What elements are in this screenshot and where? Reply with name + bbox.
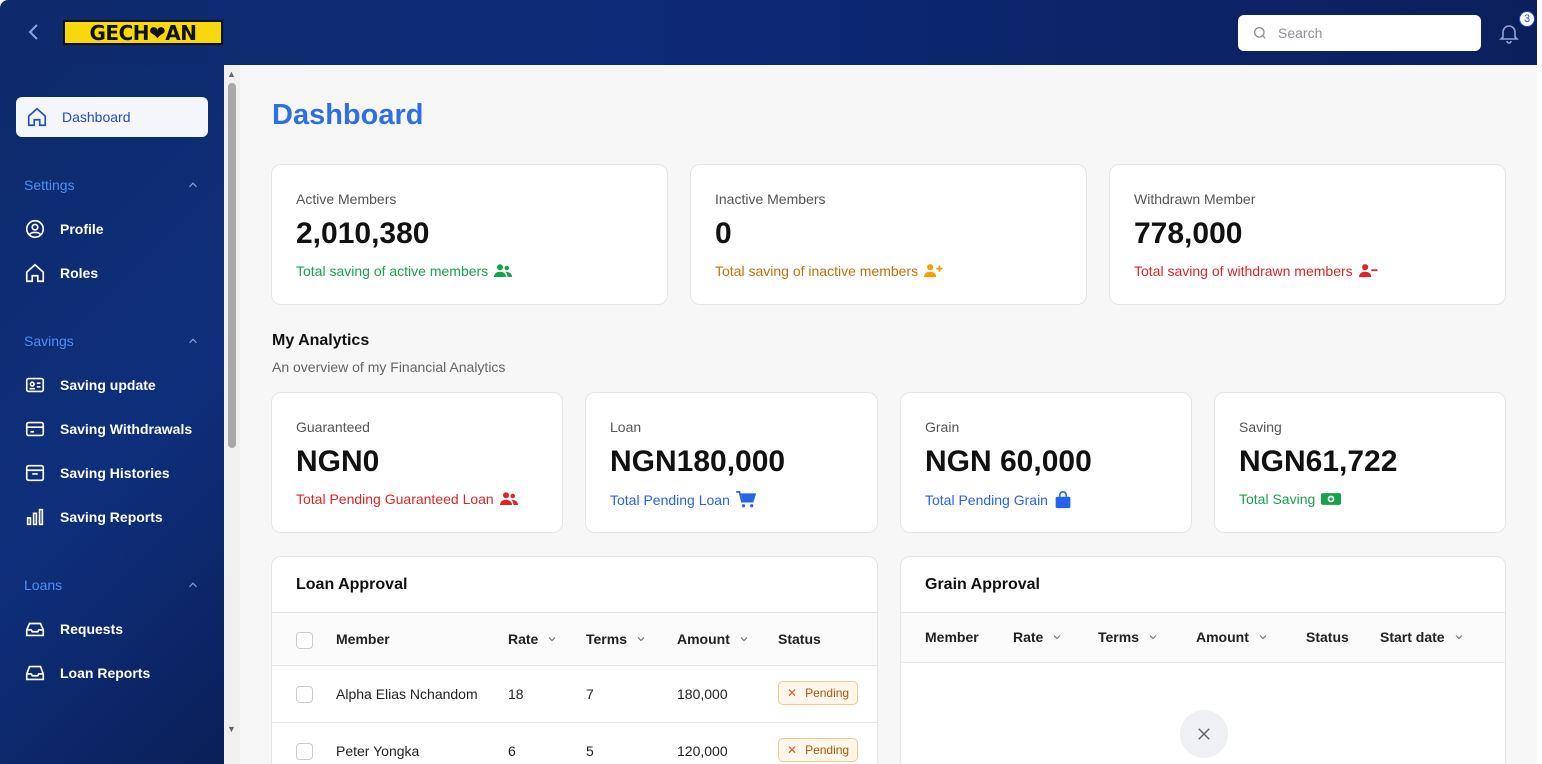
sidebar-scrollbar[interactable]: ▲ ▼ bbox=[224, 65, 240, 764]
cart-icon bbox=[736, 491, 756, 508]
sidebar-item-saving-update[interactable]: Saving update bbox=[24, 374, 156, 396]
sidebar-section-loans[interactable]: Loans bbox=[24, 577, 200, 593]
analytics-title: My Analytics bbox=[272, 332, 370, 349]
sidebar-item-roles[interactable]: Roles bbox=[24, 262, 98, 284]
sidebar-item-label: Dashboard bbox=[62, 109, 131, 125]
empty-state-x-icon bbox=[1180, 710, 1228, 758]
sidebar-item-saving-histories[interactable]: Saving Histories bbox=[24, 462, 170, 484]
column-start-date[interactable]: Start date bbox=[1380, 629, 1465, 645]
active-members-card: Active Members 2,010,380 Total saving of… bbox=[271, 164, 668, 305]
chevron-down-icon bbox=[548, 637, 556, 642]
saving-card: Saving NGN61,722 Total Saving bbox=[1214, 392, 1506, 533]
analytics-subtitle: An overview of my Financial Analytics bbox=[272, 359, 506, 375]
chevron-down-icon bbox=[1455, 635, 1463, 640]
column-rate[interactable]: Rate bbox=[1013, 629, 1063, 645]
user-plus-icon bbox=[924, 264, 943, 278]
search-box[interactable] bbox=[1238, 15, 1481, 51]
users-icon bbox=[499, 492, 518, 505]
withdrawn-member-card: Withdrawn Member 778,000 Total saving of… bbox=[1109, 164, 1506, 305]
users-icon bbox=[494, 264, 513, 277]
status-badge: ✕ Pending bbox=[778, 681, 859, 705]
money-icon bbox=[1321, 493, 1342, 505]
inbox-stack-icon bbox=[25, 622, 45, 637]
row-checkbox[interactable] bbox=[296, 743, 313, 760]
page-title: Dashboard bbox=[272, 99, 424, 131]
shopping-bag-icon bbox=[1055, 491, 1071, 509]
grain-approval-title: Grain Approval bbox=[925, 576, 1040, 593]
sidebar-section-savings[interactable]: Savings bbox=[24, 333, 200, 349]
search-icon bbox=[1254, 27, 1266, 39]
sidebar-item-dashboard[interactable]: Dashboard bbox=[16, 97, 208, 137]
x-icon: ✕ bbox=[787, 743, 798, 757]
sidebar-item-loan-reports[interactable]: Loan Reports bbox=[24, 662, 150, 684]
chevron-down-icon bbox=[637, 637, 645, 642]
chevron-up-icon bbox=[189, 582, 197, 588]
home-icon bbox=[25, 263, 45, 283]
notification-badge: 3 bbox=[1519, 11, 1535, 27]
user-circle-icon bbox=[25, 219, 45, 239]
column-status[interactable]: Status bbox=[1306, 629, 1349, 645]
inactive-members-card: Inactive Members 0 Total saving of inact… bbox=[690, 164, 1087, 305]
column-rate[interactable]: Rate bbox=[508, 631, 558, 647]
sidebar-section-settings[interactable]: Settings bbox=[24, 177, 200, 193]
sidebar-item-profile[interactable]: Profile bbox=[24, 218, 104, 240]
scrollbar-thumb[interactable] bbox=[228, 83, 236, 448]
column-member[interactable]: Member bbox=[336, 631, 390, 647]
column-amount[interactable]: Amount bbox=[677, 631, 750, 647]
chevron-down-icon bbox=[1053, 635, 1061, 640]
bell-icon[interactable] bbox=[1497, 21, 1521, 45]
id-card-icon bbox=[25, 377, 45, 393]
grain-card: Grain NGN 60,000 Total Pending Grain bbox=[900, 392, 1192, 533]
credit-card-icon bbox=[25, 421, 45, 437]
select-all-checkbox[interactable] bbox=[296, 632, 313, 649]
column-terms[interactable]: Terms bbox=[586, 631, 647, 647]
sidebar-item-saving-reports[interactable]: Saving Reports bbox=[24, 506, 163, 528]
column-status[interactable]: Status bbox=[778, 631, 821, 647]
loan-approval-panel: Loan Approval Member Rate Terms Amount S… bbox=[271, 556, 878, 764]
scroll-up-icon[interactable]: ▲ bbox=[227, 69, 236, 79]
table-row[interactable]: Alpha Elias Nchandom 18 7 180,000 ✕ Pendi… bbox=[272, 666, 877, 723]
main-content: Dashboard Active Members 2,010,380 Total… bbox=[240, 65, 1537, 764]
column-amount[interactable]: Amount bbox=[1196, 629, 1269, 645]
search-input[interactable] bbox=[1278, 25, 1468, 41]
home-icon bbox=[27, 107, 47, 127]
chevron-down-icon bbox=[1149, 635, 1157, 640]
user-minus-icon bbox=[1358, 264, 1378, 278]
loan-card: Loan NGN180,000 Total Pending Loan bbox=[585, 392, 878, 533]
sidebar: Dashboard Settings Profile Roles Savings… bbox=[0, 65, 224, 764]
scroll-down-icon[interactable]: ▼ bbox=[227, 724, 236, 734]
bar-chart-icon bbox=[26, 508, 44, 526]
archive-icon bbox=[25, 464, 45, 482]
chevron-left-icon[interactable] bbox=[22, 20, 46, 44]
top-bar: GECH❤AN 3 bbox=[0, 0, 1537, 65]
table-row[interactable]: Peter Yongka 6 5 120,000 ✕ Pending bbox=[272, 723, 877, 764]
x-icon: ✕ bbox=[787, 686, 798, 700]
status-badge: ✕ Pending bbox=[778, 738, 859, 762]
grain-approval-panel: Grain Approval Member Rate Terms Amount … bbox=[900, 556, 1506, 764]
sidebar-item-saving-withdrawals[interactable]: Saving Withdrawals bbox=[24, 418, 192, 440]
row-checkbox[interactable] bbox=[296, 686, 313, 703]
chevron-up-icon bbox=[189, 338, 197, 344]
chevron-up-icon bbox=[189, 182, 197, 188]
inbox-icon bbox=[25, 665, 45, 681]
loan-table-header: Member Rate Terms Amount Status bbox=[272, 612, 877, 666]
chevron-down-icon bbox=[1259, 635, 1267, 640]
column-terms[interactable]: Terms bbox=[1098, 629, 1159, 645]
app-logo[interactable]: GECH❤AN bbox=[63, 20, 223, 45]
sidebar-item-requests[interactable]: Requests bbox=[24, 618, 123, 640]
chevron-down-icon bbox=[740, 637, 748, 642]
loan-approval-title: Loan Approval bbox=[296, 576, 408, 593]
grain-table-header: Member Rate Terms Amount Status Start da… bbox=[901, 612, 1505, 663]
column-member[interactable]: Member bbox=[925, 629, 979, 645]
window-edge bbox=[1537, 0, 1542, 764]
guaranteed-card: Guaranteed NGN0 Total Pending Guaranteed… bbox=[271, 392, 563, 533]
